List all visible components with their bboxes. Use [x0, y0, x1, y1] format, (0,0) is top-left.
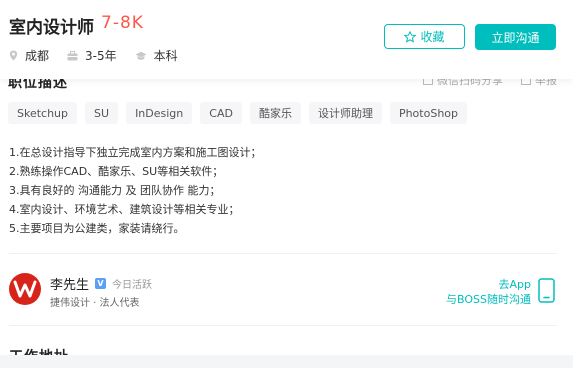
- skill-tag: 酷家乐: [249, 102, 301, 124]
- skill-tag: CAD: [200, 102, 242, 124]
- description-line: 4.室内设计、环境艺术、建筑设计等相关专业；: [9, 203, 240, 216]
- favorite-button[interactable]: 收藏: [384, 24, 465, 49]
- location-pin-icon: [9, 50, 18, 61]
- company-logo-icon: [13, 280, 37, 298]
- star-icon: [404, 30, 417, 43]
- job-experience: 3-5年: [67, 47, 117, 64]
- description-line: 2.熟练操作CAD、酷家乐、SU等相关软件；: [9, 165, 224, 178]
- chat-now-button[interactable]: 立即沟通: [475, 24, 556, 50]
- boss-chat-label: 与BOSS随时沟通: [446, 293, 531, 306]
- salary: 7-8K: [101, 13, 144, 33]
- recruiter-company-role: 捷伟设计 · 法人代表: [50, 298, 140, 309]
- recruiter-name: 李先生: [50, 278, 90, 293]
- education-text: 本科: [153, 49, 178, 63]
- job-education: 本科: [135, 47, 178, 64]
- divider: [9, 325, 557, 326]
- skill-tag: SU: [85, 102, 119, 124]
- description-line: 3.具有良好的 沟通能力 及 团队协作 能力；: [9, 184, 221, 197]
- skill-tag: Sketchup: [8, 102, 78, 124]
- divider: [9, 253, 557, 254]
- location-text: 成都: [25, 49, 50, 63]
- go-app-label: 去App: [498, 278, 532, 291]
- job-title: 室内设计师: [9, 18, 94, 38]
- recruiter-active-status: 今日活跃: [112, 280, 153, 291]
- recruiter-avatar[interactable]: [9, 273, 41, 305]
- verified-badge-icon: V: [95, 278, 107, 289]
- graduation-cap-icon: [135, 51, 147, 60]
- job-description: 1.在总设计指导下独立完成室内方案和施工图设计； 2.熟练操作CAD、酷家乐、S…: [9, 143, 262, 238]
- skill-tag: 设计师助理: [308, 102, 382, 124]
- experience-text: 3-5年: [85, 49, 117, 63]
- description-line: 1.在总设计指导下独立完成室内方案和施工图设计；: [9, 146, 262, 159]
- job-meta: 成都 3-5年 本科: [9, 47, 196, 64]
- page-bottom-band: [0, 355, 573, 368]
- recruiter-info: 李先生 V 今日活跃: [50, 274, 152, 293]
- skill-tag: PhotoShop: [389, 102, 467, 124]
- job-sticky-header: 室内设计师 7-8K 成都 3-5年 本科 收藏 立即沟通: [0, 0, 573, 79]
- skill-tag: InDesign: [126, 102, 193, 124]
- briefcase-icon: [67, 50, 78, 60]
- description-line: 5.主要项目为公建类，家装请绕行。: [9, 222, 185, 235]
- favorite-label: 收藏: [420, 30, 445, 44]
- job-location: 成都: [9, 47, 49, 64]
- go-app-link[interactable]: 去App 与BOSS随时沟通: [446, 277, 531, 307]
- mobile-phone-icon[interactable]: [538, 278, 555, 303]
- skill-tags: Sketchup SU InDesign CAD 酷家乐 设计师助理 Photo…: [8, 102, 467, 124]
